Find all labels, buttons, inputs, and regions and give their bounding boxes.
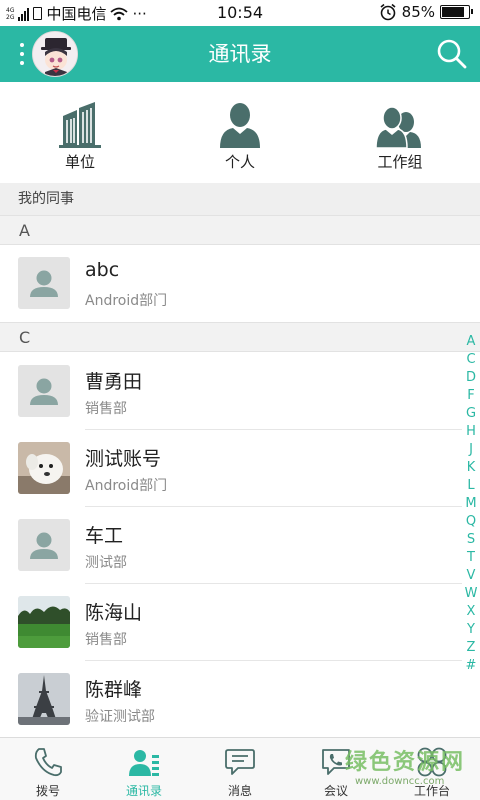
- contact-item[interactable]: 陈群峰 验证测试部: [0, 661, 462, 738]
- tab-messages[interactable]: 消息: [192, 738, 288, 800]
- page-title: 通讯录: [208, 42, 272, 66]
- contact-name: 陈群峰: [85, 679, 143, 701]
- index-letter[interactable]: G: [462, 405, 480, 423]
- contact-department: 测试部: [85, 555, 127, 571]
- index-letter[interactable]: S: [462, 531, 480, 549]
- index-letter[interactable]: J: [462, 441, 480, 459]
- index-letter[interactable]: A: [462, 333, 480, 351]
- battery-percent: 85%: [401, 3, 435, 21]
- category-row: 单位 个人 工作组: [0, 82, 480, 182]
- contacts-icon: [129, 750, 159, 776]
- building-icon: [59, 102, 101, 148]
- index-letter[interactable]: T: [462, 549, 480, 567]
- contact-item[interactable]: 车工 测试部: [0, 507, 462, 584]
- site-watermark: 绿色资源网 www.downcc.com: [345, 744, 475, 794]
- index-letter[interactable]: H: [462, 423, 480, 441]
- watermark-url: www.downcc.com: [355, 776, 445, 787]
- index-letter[interactable]: Z: [462, 639, 480, 657]
- contact-name: 测试账号: [85, 448, 162, 470]
- contact-item[interactable]: 测试账号 Android部门: [0, 430, 462, 507]
- category-workgroup[interactable]: 工作组: [320, 82, 480, 182]
- contact-item[interactable]: 曹勇田 销售部: [0, 353, 462, 430]
- contact-department: 销售部: [85, 632, 127, 648]
- category-label: 单位: [64, 153, 95, 171]
- search-icon[interactable]: [436, 38, 468, 70]
- contact-name: 曹勇田: [85, 371, 143, 393]
- category-label: 个人: [224, 153, 255, 171]
- index-letter[interactable]: W: [462, 585, 480, 603]
- person-icon: [220, 103, 260, 148]
- battery-fill: [442, 7, 465, 17]
- tab-label: 拨号: [35, 784, 60, 798]
- contact-avatar: [18, 442, 70, 494]
- phone-icon: [34, 748, 62, 777]
- category-label: 工作组: [377, 153, 423, 171]
- default-avatar-icon: [18, 365, 70, 417]
- tab-contacts[interactable]: 通讯录: [96, 738, 192, 800]
- group-icon: [375, 106, 421, 148]
- contact-department: 验证测试部: [85, 709, 155, 725]
- index-letter[interactable]: D: [462, 369, 480, 387]
- battery-icon: [440, 5, 473, 19]
- dog-photo-icon: [18, 442, 70, 494]
- section-title: 我的同事: [0, 183, 480, 216]
- contact-item[interactable]: abc Android部门: [0, 245, 462, 322]
- contact-name: abc: [85, 259, 120, 281]
- app-header: 通讯录: [0, 26, 480, 82]
- index-letter[interactable]: M: [462, 495, 480, 513]
- default-avatar-icon: [18, 257, 70, 309]
- contact-name: 陈海山: [85, 602, 143, 624]
- tab-label: 消息: [227, 784, 252, 798]
- index-letter[interactable]: Q: [462, 513, 480, 531]
- contact-item[interactable]: 陈海山 销售部: [0, 584, 462, 661]
- eiffel-tower-photo-icon: [18, 673, 70, 725]
- index-letter[interactable]: X: [462, 603, 480, 621]
- alphabet-index-bar[interactable]: A C D F G H J K L M Q S T V W X Y Z #: [462, 333, 480, 675]
- contact-department: 销售部: [85, 401, 127, 417]
- status-bar: 4G 2G 中国电信 ··· 10:54 85%: [0, 0, 480, 26]
- status-right: 85%: [379, 3, 473, 21]
- category-personal[interactable]: 个人: [160, 82, 320, 182]
- index-letter[interactable]: K: [462, 459, 480, 477]
- contact-avatar: [18, 257, 70, 309]
- contact-department: Android部门: [85, 293, 168, 309]
- contact-avatar: [18, 673, 70, 725]
- contact-department: Android部门: [85, 478, 168, 494]
- index-letter[interactable]: Y: [462, 621, 480, 639]
- tab-dial[interactable]: 拨号: [0, 738, 96, 800]
- grass-field-photo-icon: [18, 596, 70, 648]
- index-letter[interactable]: C: [462, 351, 480, 369]
- alarm-icon: [380, 3, 396, 21]
- index-letter[interactable]: F: [462, 387, 480, 405]
- watermark-title: 绿色资源网: [345, 750, 466, 775]
- contact-name: 车工: [85, 525, 124, 547]
- index-letter[interactable]: V: [462, 567, 480, 585]
- category-unit[interactable]: 单位: [0, 82, 160, 182]
- contact-avatar: [18, 596, 70, 648]
- tab-label: 通讯录: [125, 784, 162, 798]
- screen: 4G 2G 中国电信 ··· 10:54 85% 通讯录 单位 个人 工作组 我…: [0, 0, 480, 800]
- letter-header-c: C: [0, 322, 480, 352]
- contact-avatar: [18, 365, 70, 417]
- letter-header-a: A: [0, 215, 480, 245]
- message-icon: [225, 749, 255, 775]
- default-avatar-icon: [18, 519, 70, 571]
- contact-avatar: [18, 519, 70, 571]
- index-letter[interactable]: L: [462, 477, 480, 495]
- index-letter[interactable]: #: [462, 657, 480, 675]
